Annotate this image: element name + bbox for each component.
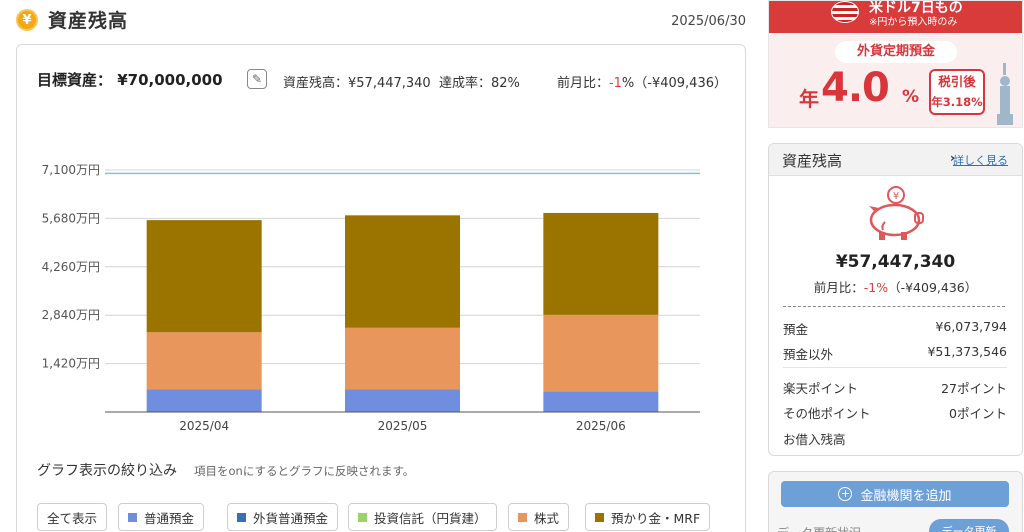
summary-separator: [783, 367, 1007, 368]
bar-segment: [146, 389, 262, 412]
summary-title: 資産残高: [782, 152, 843, 170]
summary-row-loans: お借入残高: [783, 429, 1007, 447]
filter-savings-button[interactable]: 普通預金: [118, 503, 205, 531]
filter-mrf-button[interactable]: 預かり金・MRF: [585, 503, 711, 531]
fx-savings-swatch: [237, 512, 246, 522]
ad-after-tax-box: 税引後 年3.18%: [929, 69, 985, 115]
bar-segment: [345, 215, 460, 328]
asset-chart: 1,420万円 2,840万円 4,260万円 5,680万円 7,100万円 2025/…: [17, 150, 745, 450]
ad-tax-line2: 年3.18%: [931, 95, 983, 109]
bar-segment: [345, 327, 460, 390]
asset-bar-chart: 1,420万円 2,840万円 4,260万円 5,680万円 7,100万円 2025/…: [42, 163, 700, 433]
filter-buttons: 全て表示 普通預金 外貨普通預金 投資信託（円貨建） 株式 預かり金・MRF: [37, 503, 737, 531]
row-label: 預金以外: [783, 347, 834, 362]
asset-summary-panel: 資産残高 › 詳しく見る ¥ ¥57,447,340 前月比：-1%（-¥409…: [768, 143, 1023, 456]
row-label: その他ポイント: [783, 406, 871, 421]
bar-segment: [543, 391, 659, 412]
filter-fund-label: 投資信託（円貨建）: [374, 510, 487, 526]
ad-tax-line1: 税引後: [938, 74, 976, 89]
row-value: ¥51,373,546: [927, 344, 1007, 359]
stock-swatch: [518, 512, 527, 522]
add-institution-button[interactable]: + 金融機関を追加: [781, 481, 1009, 507]
y-tick-label: 4,260万円: [42, 260, 100, 274]
y-tick-label: 1,420万円: [42, 357, 100, 371]
filter-all-button[interactable]: 全て表示: [37, 503, 108, 531]
savings-swatch: [128, 512, 137, 522]
y-tick-label: 5,680万円: [42, 211, 100, 225]
filter-mrf-label: 預かり金・MRF: [611, 510, 701, 526]
add-institution-label: 金融機関を追加: [860, 488, 952, 504]
summary-row-non-deposit: 預金以外 ¥51,373,546: [783, 344, 1007, 362]
filter-fx-savings-label: 外貨普通預金: [253, 510, 329, 526]
row-label: 楽天ポイント: [783, 381, 859, 396]
row-value: 0ポイント: [949, 406, 1007, 421]
x-tick-label: 2025/05: [378, 419, 428, 433]
summary-diff-pct: -1%: [863, 280, 889, 295]
institution-actions-panel: + 金融機関を追加 データ更新状況 データ更新: [768, 471, 1023, 532]
ad-year: 年: [799, 87, 819, 111]
bar-segment: [146, 220, 262, 333]
ad-rate: 4.0: [821, 65, 890, 111]
goal-achievement-rate: 達成率：82%: [439, 76, 520, 91]
row-label: 預金: [783, 322, 809, 337]
filter-note: 項目をonにするとグラフに反映されます。: [194, 464, 415, 478]
filter-fx-savings-button[interactable]: 外貨普通預金: [227, 503, 339, 531]
ad-pct: %: [902, 87, 920, 107]
row-label: お借入残高: [783, 432, 846, 447]
ad-product-pill: 外貨定期預金: [835, 41, 957, 63]
goal-amount: 目標資産： ¥70,000,000: [37, 71, 223, 89]
y-tick-label: 2,840万円: [42, 308, 100, 322]
bar-segment: [345, 389, 460, 412]
plus-circle-icon: +: [838, 487, 853, 501]
y-tick-label: 7,100万円: [42, 163, 100, 177]
x-tick-label: 2025/06: [576, 419, 626, 433]
page-title: 資産残高: [48, 10, 129, 32]
x-tick-label: 2025/04: [179, 419, 229, 433]
mrf-swatch: [595, 512, 604, 522]
summary-row-other-points: その他ポイント 0ポイント: [783, 403, 1007, 421]
asset-balance-card: 目標資産： ¥70,000,000 ✎ 資産残高：¥57,447,340 達成率…: [16, 44, 746, 532]
filter-stock-button[interactable]: 株式: [508, 503, 570, 531]
update-status-label: データ更新状況: [777, 524, 861, 532]
summary-diff-prefix: 前月比：: [813, 280, 864, 295]
page-header: ¥ 資産残高 2025/06/30: [16, 6, 746, 36]
filter-title: グラフ表示の絞り込み: [37, 463, 177, 479]
see-details-link[interactable]: 詳しく見る: [953, 152, 1008, 168]
bar-segment: [543, 212, 659, 315]
goal-diff-pct: -1: [608, 76, 622, 91]
summary-row-rakuten-points: 楽天ポイント 27ポイント: [783, 378, 1007, 396]
summary-row-deposit: 預金 ¥6,073,794: [783, 319, 1007, 337]
page-date: 2025/06/30: [671, 14, 746, 29]
edit-goal-icon[interactable]: ✎: [247, 69, 267, 89]
filter-stock-label: 株式: [534, 510, 560, 526]
row-value: ¥6,073,794: [935, 319, 1007, 334]
goal-balance: 資産残高：¥57,447,340: [283, 76, 431, 91]
summary-total: ¥57,447,340: [835, 252, 956, 272]
goal-diff-suffix: %（-¥409,436）: [621, 76, 727, 91]
ad-top-bar: 米ドル7日もの ※円から預入時のみ: [769, 1, 1022, 33]
piggy-bank-icon: ¥: [869, 186, 924, 240]
ad-subline: ※円から預入時のみ: [869, 17, 958, 28]
goal-row: 目標資産： ¥70,000,000 ✎ 資産残高：¥57,447,340 達成率…: [37, 69, 727, 91]
filter-fund-button[interactable]: 投資信託（円貨建）: [348, 503, 497, 531]
goal-month-diff: 前月比：-1%（-¥409,436）: [557, 72, 727, 91]
fx-deposit-ad-banner[interactable]: 米ドル7日もの ※円から預入時のみ 外貨定期預金 年 4.0 % 税引後 年3.…: [768, 0, 1023, 128]
summary-divider: [783, 306, 1005, 307]
update-data-button[interactable]: データ更新: [929, 519, 1009, 532]
row-value: 27ポイント: [941, 381, 1007, 396]
svg-text:¥: ¥: [893, 191, 899, 202]
summary-diff: 前月比：-1%（-¥409,436）: [769, 277, 1022, 296]
yen-coin-icon: ¥: [16, 9, 38, 31]
filter-savings-label: 普通預金: [144, 510, 195, 526]
filter-all-label: 全て表示: [47, 510, 98, 526]
goal-diff-prefix: 前月比：: [556, 76, 609, 91]
bar-segment: [146, 332, 262, 390]
us-flag-icon: [831, 1, 859, 23]
summary-header: 資産残高 › 詳しく見る: [769, 144, 1022, 176]
bar-segment: [543, 314, 659, 392]
statue-of-liberty-icon: [997, 63, 1013, 125]
fund-swatch: [358, 512, 367, 522]
summary-diff-suffix: （-¥409,436）: [888, 280, 978, 295]
